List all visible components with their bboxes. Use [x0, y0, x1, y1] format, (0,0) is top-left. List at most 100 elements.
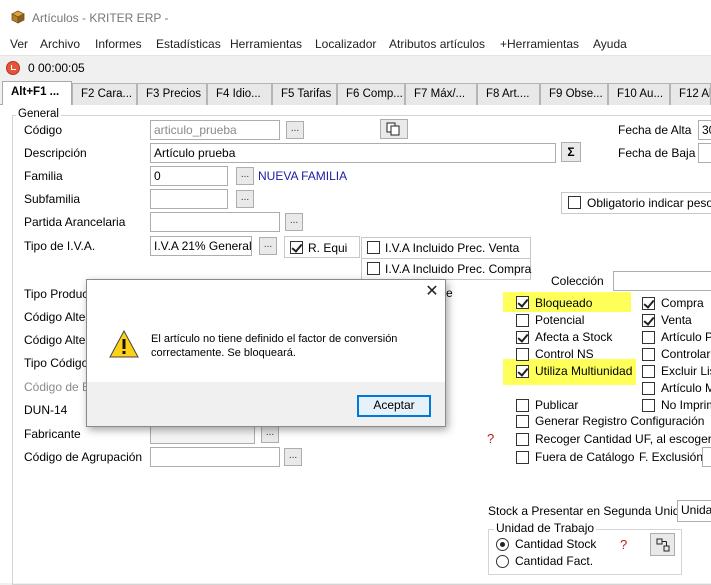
- codigo-agrupacion-input[interactable]: [150, 447, 280, 467]
- fecha-alta-input[interactable]: 30: [698, 120, 711, 140]
- tab-observaciones[interactable]: F9 Obse...: [540, 83, 608, 105]
- general-group-label: General: [16, 108, 61, 120]
- familia-lookup-button[interactable]: ...: [236, 167, 254, 185]
- fecha-alta-label: Fecha de Alta: [618, 123, 692, 137]
- codigo-agrupacion-lookup-button[interactable]: ...: [284, 448, 302, 466]
- clock-icon: [6, 61, 20, 75]
- menu-ayuda[interactable]: Ayuda: [593, 37, 627, 51]
- partida-input[interactable]: [150, 212, 280, 232]
- venta-label: Venta: [661, 313, 692, 327]
- copy-icon: [386, 122, 400, 136]
- afecta-stock-checkbox[interactable]: [516, 331, 529, 344]
- descripcion-input[interactable]: Artículo prueba: [150, 143, 556, 163]
- fecha-baja-input[interactable]: [698, 143, 711, 163]
- generar-registro-checkbox[interactable]: [516, 415, 529, 428]
- fuera-catalogo-checkbox[interactable]: [516, 451, 529, 464]
- menu-archivo[interactable]: Archivo: [40, 37, 80, 51]
- partida-label: Partida Arancelaria: [24, 215, 126, 229]
- menu-bar: Ver Archivo Informes Estadísticas Herram…: [0, 36, 711, 56]
- requi-checkbox[interactable]: [290, 241, 303, 254]
- cantidad-fact-radio[interactable]: [496, 555, 509, 568]
- dialog-message: El artículo no tiene definido el factor …: [151, 332, 436, 360]
- iva-input[interactable]: I.V.A 21% General: [150, 236, 252, 256]
- iva-venta-label: I.V.A Incluido Prec. Venta: [385, 241, 520, 255]
- fabricante-input[interactable]: [150, 424, 255, 444]
- codigo-lookup-button[interactable]: ...: [286, 121, 304, 139]
- iva-compra-checkbox[interactable]: [367, 262, 380, 275]
- tab-general[interactable]: Alt+F1 ...: [2, 81, 72, 106]
- excluir-checkbox[interactable]: [642, 365, 655, 378]
- articulo-m-checkbox[interactable]: [642, 382, 655, 395]
- copy-button[interactable]: [380, 119, 408, 139]
- compra-checkbox[interactable]: [642, 297, 655, 310]
- window-title: Artículos - KRITER ERP -: [32, 11, 169, 25]
- menu-informes[interactable]: Informes: [95, 37, 142, 51]
- subfamilia-label: Subfamilia: [24, 192, 81, 206]
- iva-label: Tipo de I.V.A.: [24, 239, 96, 253]
- tab-precios[interactable]: F3 Precios: [137, 83, 207, 105]
- unidad-config-button[interactable]: [650, 533, 675, 556]
- bloqueado-label: Bloqueado: [535, 296, 593, 310]
- tab-maximos[interactable]: F7 Máx/...: [405, 83, 477, 105]
- accept-button[interactable]: Aceptar: [357, 395, 431, 417]
- subfamilia-lookup-button[interactable]: ...: [236, 190, 254, 208]
- peso-checkbox[interactable]: [568, 196, 581, 209]
- title-bar: Artículos - KRITER ERP -: [0, 0, 711, 36]
- menu-mas-herramientas[interactable]: +Herramientas: [500, 37, 579, 51]
- menu-localizador[interactable]: Localizador: [315, 37, 376, 51]
- elapsed-timer: 0 00:00:05: [28, 61, 85, 75]
- no-imprimir-checkbox[interactable]: [642, 399, 655, 412]
- tab-articulos[interactable]: F8 Art....: [477, 83, 540, 105]
- venta-checkbox[interactable]: [642, 314, 655, 327]
- tab-auditoria[interactable]: F10 Au...: [608, 83, 670, 105]
- bloqueado-checkbox[interactable]: [516, 296, 529, 309]
- multiunidad-checkbox[interactable]: [516, 365, 529, 378]
- stock-segunda-unidad-select[interactable]: Unidad: [677, 500, 711, 522]
- potencial-label: Potencial: [535, 313, 585, 327]
- iva-venta-checkbox[interactable]: [367, 241, 380, 254]
- articulo-p-checkbox[interactable]: [642, 331, 655, 344]
- tab-compras[interactable]: F6 Comp...: [337, 83, 405, 105]
- menu-estadisticas[interactable]: Estadísticas: [156, 37, 221, 51]
- f-exclusion-input[interactable]: [702, 447, 711, 467]
- tab-tarifas[interactable]: F5 Tarifas: [272, 83, 337, 105]
- codigo-input[interactable]: articulo_prueba: [150, 120, 280, 140]
- controlar-n-checkbox[interactable]: [642, 348, 655, 361]
- menu-atributos[interactable]: Atributos artículos: [389, 37, 485, 51]
- close-icon[interactable]: ✕: [424, 284, 440, 300]
- help-question-icon[interactable]: ?: [487, 431, 494, 446]
- sigma-button[interactable]: Σ: [561, 142, 581, 162]
- coleccion-input[interactable]: [613, 271, 711, 291]
- recoger-cantidad-checkbox[interactable]: [516, 433, 529, 446]
- dialog-message-line-1: El artículo no tiene definido el factor …: [151, 333, 398, 345]
- iva-lookup-button[interactable]: ...: [259, 237, 277, 255]
- tab-strip: Alt+F1 ... F2 Cara... F3 Precios F4 Idio…: [0, 81, 711, 106]
- cantidad-stock-radio[interactable]: [496, 538, 509, 551]
- familia-link[interactable]: NUEVA FAMILIA: [258, 169, 347, 183]
- control-ns-checkbox[interactable]: [516, 348, 529, 361]
- subfamilia-input[interactable]: [150, 189, 228, 209]
- box-icon: [11, 10, 25, 24]
- warning-icon: [109, 330, 139, 358]
- partida-lookup-button[interactable]: ...: [285, 213, 303, 231]
- help-question-icon-2[interactable]: ?: [620, 537, 627, 552]
- tab-alt[interactable]: F12 Alt: [670, 83, 711, 105]
- potencial-checkbox[interactable]: [516, 314, 529, 327]
- generar-registro-label: Generar Registro Configuración: [535, 414, 705, 428]
- multiunidad-label: Utiliza Multiunidad: [535, 364, 633, 378]
- menu-ver[interactable]: Ver: [10, 37, 28, 51]
- coleccion-label: Colección: [551, 274, 604, 288]
- publicar-label: Publicar: [535, 398, 579, 412]
- cantidad-stock-label: Cantidad Stock: [515, 537, 597, 551]
- familia-input[interactable]: 0: [150, 166, 228, 186]
- tab-caracteristicas[interactable]: F2 Cara...: [72, 83, 137, 105]
- recoger-cantidad-label: Recoger Cantidad UF, al escoger los: [535, 432, 711, 446]
- publicar-checkbox[interactable]: [516, 399, 529, 412]
- warning-dialog: ✕ El artículo no tiene definido el facto…: [86, 279, 446, 427]
- tab-idiomas[interactable]: F4 Idio...: [207, 83, 272, 105]
- fabricante-lookup-button[interactable]: ...: [261, 425, 279, 443]
- menu-herramientas[interactable]: Herramientas: [230, 37, 302, 51]
- unidad-trabajo-label: Unidad de Trabajo: [494, 521, 597, 535]
- stock-segunda-unidad-label: Stock a Presentar en Segunda Unidad: [488, 504, 693, 518]
- dun14-label: DUN-14: [24, 403, 68, 417]
